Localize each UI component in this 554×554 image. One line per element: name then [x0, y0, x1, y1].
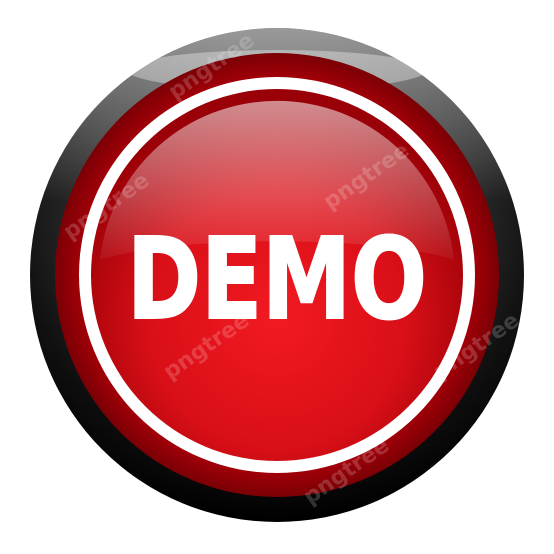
button-label: DEMO — [127, 215, 427, 345]
demo-badge-stage: pngtree pngtree pngtree pngtree pngtree … — [0, 0, 554, 554]
demo-button[interactable]: pngtree pngtree pngtree pngtree pngtree … — [0, 0, 554, 554]
